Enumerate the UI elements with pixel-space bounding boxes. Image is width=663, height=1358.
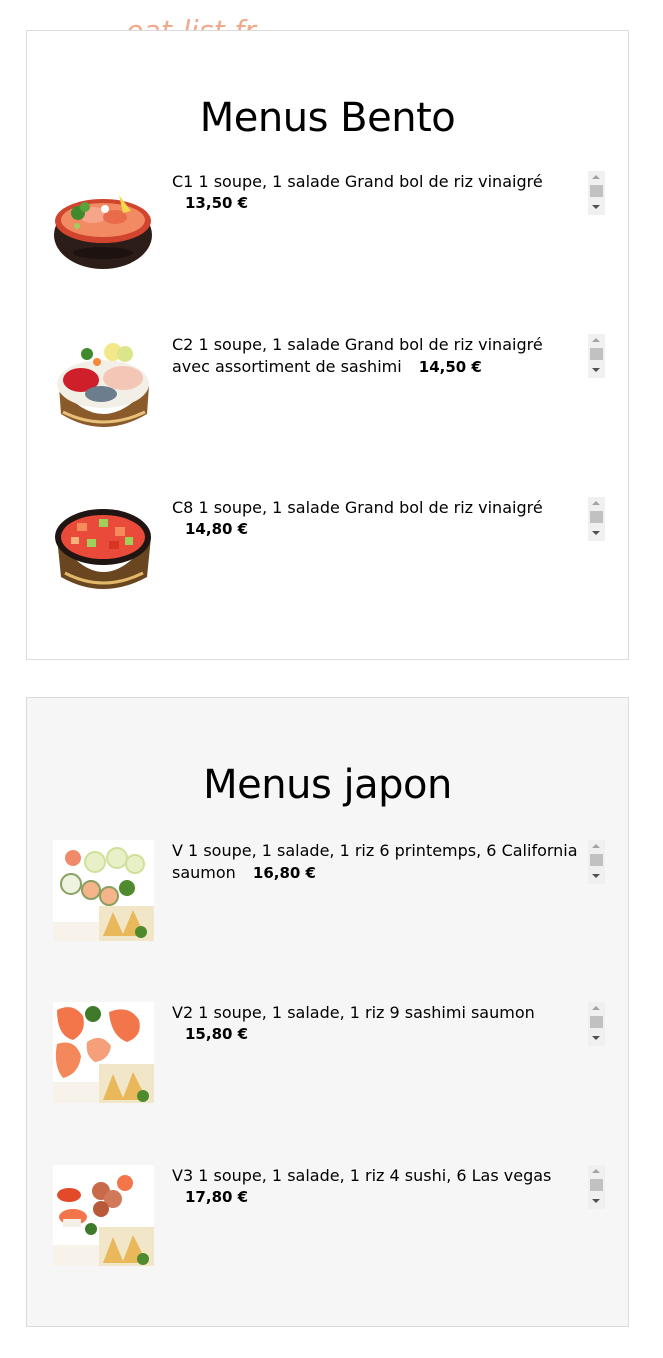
quantity-scroller[interactable] (588, 1002, 605, 1046)
food-photo-sushi-mix-plate (53, 1165, 154, 1266)
quantity-scroller[interactable] (588, 171, 605, 215)
item-code: V2 (172, 1003, 194, 1022)
item-description: 1 soupe, 1 salade Grand bol de riz vinai… (172, 335, 543, 376)
arrow-up-icon[interactable] (592, 844, 600, 848)
item-code: V3 (172, 1166, 194, 1185)
arrow-down-icon[interactable] (592, 1036, 600, 1040)
arrow-down-icon[interactable] (592, 874, 600, 878)
item-price: 14,80 € (185, 519, 249, 538)
menu-item-c8: C8 1 soupe, 1 salade Grand bol de riz vi… (53, 497, 605, 599)
scroll-thumb[interactable] (590, 1179, 603, 1191)
quantity-scroller[interactable] (588, 334, 605, 378)
item-description: 1 soupe, 1 salade, 1 riz 4 sushi, 6 Las … (198, 1166, 552, 1185)
food-photo-rolls-plate (53, 840, 154, 941)
arrow-down-icon[interactable] (592, 1199, 600, 1203)
menu-item-text: C8 1 soupe, 1 salade Grand bol de riz vi… (172, 497, 582, 540)
arrow-down-icon[interactable] (592, 205, 600, 209)
item-description: 1 soupe, 1 salade Grand bol de riz vinai… (198, 172, 543, 191)
food-photo-salmon-sashimi-plate (53, 1002, 154, 1103)
scroll-thumb[interactable] (590, 511, 603, 523)
menu-item-text: C1 1 soupe, 1 salade Grand bol de riz vi… (172, 171, 582, 214)
menu-item-c2: C2 1 soupe, 1 salade Grand bol de riz vi… (53, 334, 605, 436)
arrow-down-icon[interactable] (592, 368, 600, 372)
menu-item-c1: C1 1 soupe, 1 salade Grand bol de riz vi… (53, 171, 605, 273)
item-price: 17,80 € (185, 1187, 249, 1206)
item-code: C8 (172, 498, 194, 517)
item-price: 14,50 € (418, 357, 482, 376)
food-photo-chirashi-salmon-bowl (53, 171, 154, 272)
scroll-thumb[interactable] (590, 348, 603, 360)
food-photo-chirashi-diced-bowl (53, 497, 154, 598)
quantity-scroller[interactable] (588, 1165, 605, 1209)
menu-item-text: V 1 soupe, 1 salade, 1 riz 6 printemps, … (172, 840, 582, 884)
menu-section-bento: Menus Bento C1 1 soupe, 1 salade Grand b… (26, 30, 629, 660)
item-description: 1 soupe, 1 salade, 1 riz 6 printemps, 6 … (172, 841, 578, 882)
menu-item-v3: V3 1 soupe, 1 salade, 1 riz 4 sushi, 6 L… (53, 1165, 605, 1267)
arrow-up-icon[interactable] (592, 1169, 600, 1173)
item-description: 1 soupe, 1 salade Grand bol de riz vinai… (198, 498, 543, 517)
menu-item-v2: V2 1 soupe, 1 salade, 1 riz 9 sashimi sa… (53, 1002, 605, 1104)
scroll-thumb[interactable] (590, 185, 603, 197)
food-photo-chirashi-assorted-bowl (53, 334, 154, 435)
quantity-scroller[interactable] (588, 840, 605, 884)
item-price: 13,50 € (185, 193, 249, 212)
scroll-thumb[interactable] (590, 854, 603, 866)
arrow-down-icon[interactable] (592, 531, 600, 535)
item-price: 16,80 € (252, 863, 316, 882)
section-title: Menus Bento (199, 95, 456, 141)
item-code: C1 (172, 172, 194, 191)
item-description: 1 soupe, 1 salade, 1 riz 9 sashimi saumo… (198, 1003, 535, 1022)
arrow-up-icon[interactable] (592, 501, 600, 505)
menu-item-v: V 1 soupe, 1 salade, 1 riz 6 printemps, … (53, 840, 605, 942)
menu-item-text: C2 1 soupe, 1 salade Grand bol de riz vi… (172, 334, 582, 378)
section-title: Menus japon (203, 762, 452, 808)
menu-item-text: V2 1 soupe, 1 salade, 1 riz 9 sashimi sa… (172, 1002, 582, 1045)
item-code: V (172, 841, 183, 860)
scroll-thumb[interactable] (590, 1016, 603, 1028)
menu-item-text: V3 1 soupe, 1 salade, 1 riz 4 sushi, 6 L… (172, 1165, 582, 1208)
arrow-up-icon[interactable] (592, 175, 600, 179)
quantity-scroller[interactable] (588, 497, 605, 541)
arrow-up-icon[interactable] (592, 1006, 600, 1010)
item-price: 15,80 € (185, 1024, 249, 1043)
arrow-up-icon[interactable] (592, 338, 600, 342)
item-code: C2 (172, 335, 194, 354)
menu-section-japon: Menus japon V 1 soupe, 1 salade, 1 riz 6… (26, 697, 629, 1327)
